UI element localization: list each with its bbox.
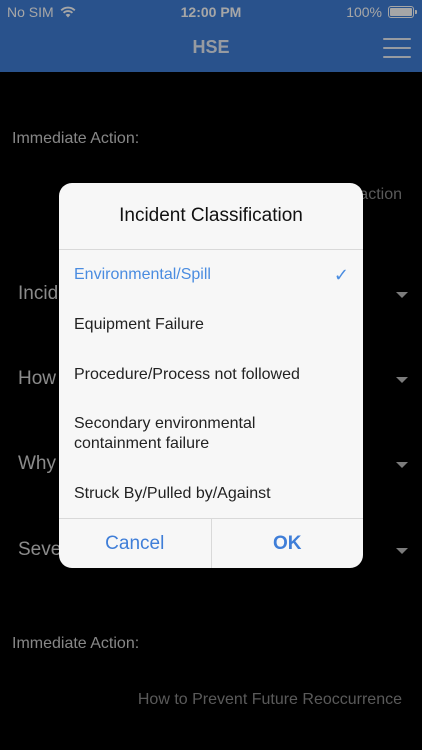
option-equipment-failure[interactable]: Equipment Failure <box>59 315 363 335</box>
option-label: Secondary environmental containment fail… <box>74 415 256 452</box>
option-label: Environmental/Spill <box>74 266 211 283</box>
option-environmental-spill[interactable]: Environmental/Spill ✓ <box>59 265 363 285</box>
ok-button[interactable]: OK <box>210 519 364 568</box>
cancel-button[interactable]: Cancel <box>59 519 211 568</box>
option-secondary-containment-failure[interactable]: Secondary environmental containment fail… <box>59 414 303 454</box>
dialog-actions: Cancel OK <box>59 518 363 568</box>
incident-classification-dialog: Incident Classification Environmental/Sp… <box>59 183 363 568</box>
checkmark-icon: ✓ <box>333 265 349 285</box>
dialog-title: Incident Classification <box>59 183 363 250</box>
option-label: Struck By/Pulled by/Against <box>74 485 271 502</box>
option-struck-by[interactable]: Struck By/Pulled by/Against <box>59 484 363 504</box>
option-procedure-not-followed[interactable]: Procedure/Process not followed <box>59 365 363 385</box>
option-label: Procedure/Process not followed <box>74 366 300 383</box>
option-label: Equipment Failure <box>74 316 204 333</box>
